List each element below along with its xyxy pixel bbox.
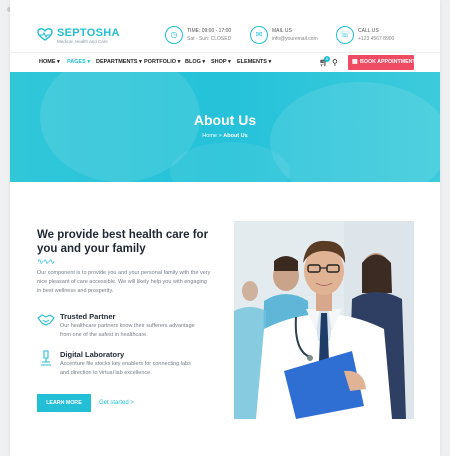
info-mail-label: MAIL US <box>272 28 292 34</box>
heading-squiggle-divider: ∿∿∿ <box>37 257 55 266</box>
cart-count-badge: 0 <box>324 56 330 62</box>
about-paragraph: Our component is to provide you and your… <box>37 270 211 294</box>
info-time-value: Sat - Sun: CLOSED <box>187 36 232 42</box>
chevron-right-icon: > <box>130 400 134 406</box>
feature-text: Our healthcare partners know their suffe… <box>60 323 195 338</box>
learn-more-button[interactable]: LEARN MORE <box>37 394 91 412</box>
nav-item-home[interactable]: HOME ▾ <box>39 59 60 65</box>
nav-item-pages[interactable]: PAGES ▾ <box>67 59 90 65</box>
info-call-value[interactable]: +123 4567 8900 <box>358 36 394 42</box>
mail-icon: ✉ <box>250 26 268 44</box>
logo-icon <box>37 28 53 41</box>
info-call-label: CALL US <box>358 28 379 34</box>
nav-item-blog[interactable]: BLOG ▾ <box>185 59 205 65</box>
microscope-icon <box>41 350 51 366</box>
get-started-label: Get started <box>99 400 129 406</box>
doctor-photo <box>234 221 414 419</box>
breadcrumb-separator: > <box>218 133 222 139</box>
calendar-icon: ▦ <box>352 59 358 65</box>
about-heading: We provide best health care for you and … <box>37 229 209 255</box>
breadcrumb-current: About Us <box>223 133 248 139</box>
main-nav: HOME ▾ PAGES ▾ DEPARTMENTS ▾ PORTFOLIO ▾… <box>10 52 440 72</box>
search-icon[interactable]: ⚲ <box>332 58 338 67</box>
breadcrumb: Home > About Us <box>10 133 440 139</box>
book-appointment-button[interactable]: ▦ BOOK APPOINTMENT <box>348 55 416 70</box>
feature-title: Digital Laboratory <box>60 350 125 359</box>
nav-item-elements[interactable]: ELEMENTS ▾ <box>237 59 271 65</box>
get-started-link[interactable]: Get started > <box>99 400 134 406</box>
hero-background-shape <box>270 82 440 182</box>
page-title: About Us <box>193 112 257 128</box>
info-time-label: TIME: 09:00 - 17:00 <box>187 28 232 34</box>
breadcrumb-home[interactable]: Home <box>202 133 217 139</box>
clock-icon: ◷ <box>165 26 183 44</box>
page-hero-banner: About Us Home > About Us <box>10 72 440 182</box>
handshake-icon <box>37 314 55 326</box>
nav-item-portfolio[interactable]: PORTFOLIO ▾ <box>144 59 180 65</box>
phone-icon: ☏ <box>336 26 354 44</box>
feature-title: Trusted Partner <box>60 312 116 321</box>
info-mail-value[interactable]: info@youremail.com <box>272 36 318 42</box>
header-topbar: SEPTOSHA Medical, Health and Care ◷ TIME… <box>10 18 440 52</box>
brand-tagline: Medical, Health and Care <box>57 39 108 44</box>
nav-item-shop[interactable]: SHOP ▾ <box>211 59 231 65</box>
brand-name[interactable]: SEPTOSHA <box>57 27 120 39</box>
feature-text: Accenture file stocks key enablers for c… <box>60 361 191 376</box>
book-appointment-label: BOOK APPOINTMENT <box>360 59 416 65</box>
nav-item-departments[interactable]: DEPARTMENTS ▾ <box>96 59 142 65</box>
